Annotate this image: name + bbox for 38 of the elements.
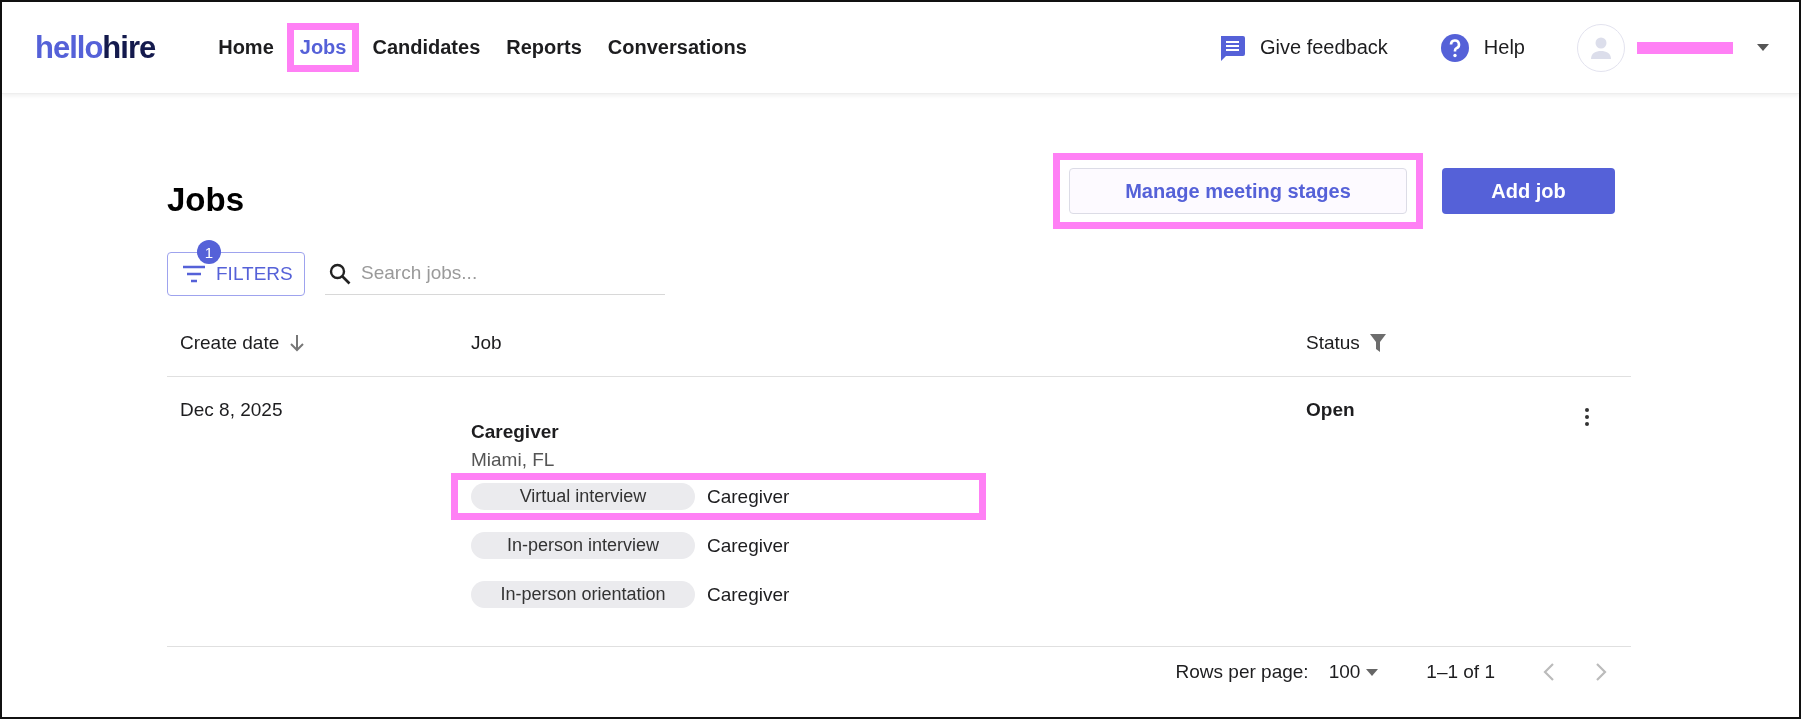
nav-link[interactable]: Conversations bbox=[605, 32, 749, 63]
column-header[interactable]: Status bbox=[1306, 332, 1360, 354]
filter-icon bbox=[182, 265, 206, 283]
rows-select[interactable]: 100 bbox=[1328, 661, 1379, 683]
rows-label: Rows per page: bbox=[1175, 661, 1309, 683]
help-link[interactable]: Help bbox=[1483, 36, 1525, 59]
nav-link[interactable]: Jobs bbox=[297, 32, 349, 63]
meeting-role: Caregiver bbox=[707, 534, 790, 557]
filter-icon[interactable] bbox=[1369, 334, 1386, 352]
column-header[interactable]: Job bbox=[471, 332, 502, 354]
caret-icon[interactable] bbox=[1757, 44, 1769, 51]
sort-down-icon[interactable] bbox=[289, 334, 306, 352]
chat-icon[interactable] bbox=[1218, 33, 1246, 62]
search-field[interactable]: Search jobs... bbox=[325, 253, 665, 295]
status-text: Open bbox=[1306, 399, 1355, 420]
page-range: 1–1 of 1 bbox=[1426, 661, 1495, 683]
nav-link[interactable]: Candidates bbox=[370, 32, 483, 63]
meeting-role: Caregiver bbox=[707, 485, 790, 508]
column-header[interactable]: Create date bbox=[180, 332, 280, 354]
feedback-link[interactable]: Give feedback bbox=[1260, 36, 1388, 59]
help-icon[interactable] bbox=[1439, 32, 1470, 63]
page-title: Jobs bbox=[167, 181, 246, 219]
logo[interactable]: hellohire bbox=[35, 29, 156, 66]
stage-chip: In-person orientation bbox=[471, 581, 695, 608]
date-text: Dec 8, 2025 bbox=[180, 399, 283, 420]
stage-chip: In-person interview bbox=[471, 532, 695, 559]
manage-button[interactable]: Manage meeting stages bbox=[1069, 168, 1407, 214]
nav-link[interactable]: Home bbox=[216, 32, 276, 63]
add-button[interactable]: Add job bbox=[1442, 168, 1615, 214]
nav-link[interactable]: Reports bbox=[504, 32, 584, 63]
stage-chip: Virtual interview bbox=[471, 483, 695, 510]
meeting-role: Caregiver bbox=[707, 583, 790, 606]
job-title[interactable]: Caregiver bbox=[471, 421, 1293, 443]
more-icon[interactable] bbox=[1584, 407, 1590, 427]
search-icon bbox=[329, 262, 351, 285]
job-location: Miami, FL bbox=[471, 449, 556, 471]
count-badge: 1 bbox=[197, 240, 221, 264]
caret-icon[interactable] bbox=[1366, 668, 1379, 676]
